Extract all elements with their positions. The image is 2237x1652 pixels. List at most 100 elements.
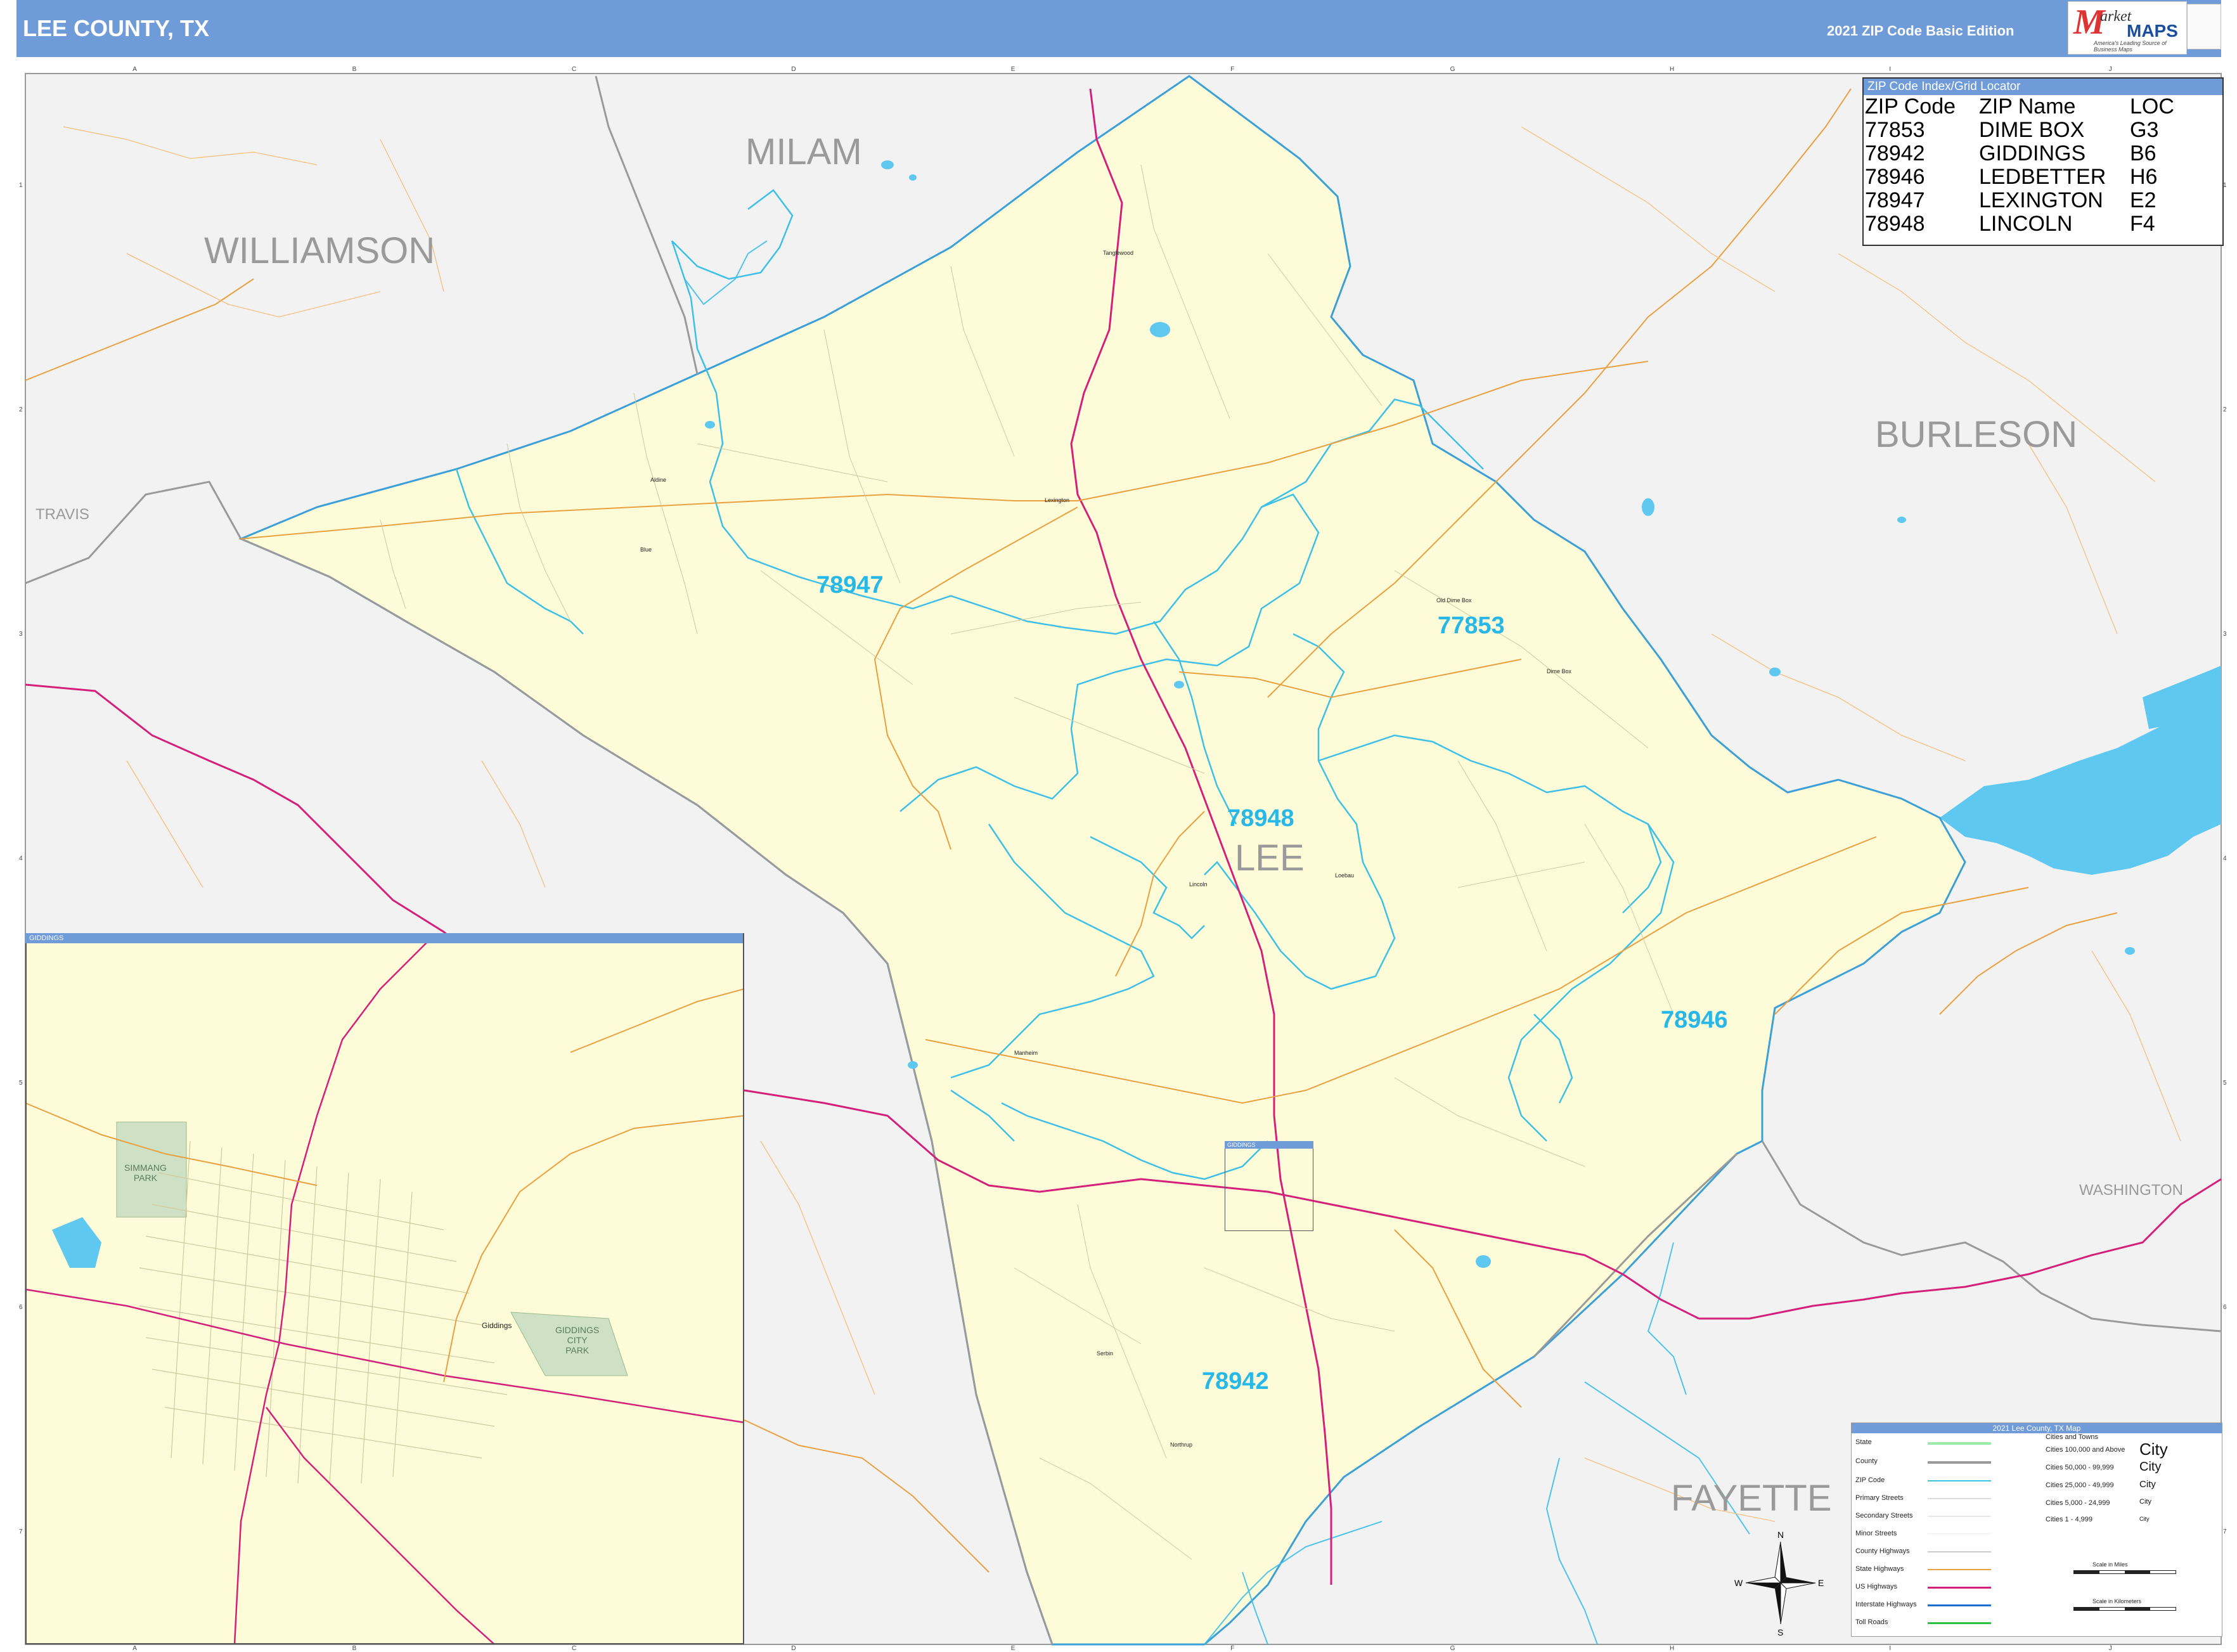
zip-index-name: LEXINGTON — [1979, 188, 2103, 212]
grid-column-label: C — [572, 66, 577, 73]
legend-city-size: Cities 50,000 - 99,999 — [2046, 1464, 2114, 1471]
giddings-inset-frame — [25, 933, 744, 1644]
city-blue: Blue — [640, 546, 652, 553]
city-loebau: Loebau — [1335, 872, 1355, 879]
legend-item: Toll Roads — [1855, 1618, 1888, 1626]
legend-item: Secondary Streets — [1855, 1512, 1913, 1520]
legend-city-sample-l: City — [2139, 1460, 2162, 1474]
zip-index-loc: G3 — [2130, 118, 2159, 142]
legend-city-size: Cities 100,000 and Above — [2046, 1446, 2125, 1454]
grid-row-label: 7 — [2223, 1528, 2227, 1535]
county-label-lee: LEE — [1235, 837, 1305, 879]
zip-index-title: ZIP Code Index/Grid Locator — [1864, 79, 2222, 95]
grid-column-label: E — [1010, 1645, 1015, 1652]
legend-scale-miles: Scale in Miles — [2092, 1561, 2128, 1568]
grid-row-label: 4 — [19, 855, 23, 862]
zip-index-header-zip: ZIP Code — [1865, 94, 1956, 119]
grid-column-label: H — [1670, 66, 1675, 73]
legend-swatch-primary — [1928, 1498, 1991, 1499]
giddings-locator-box[interactable] — [1225, 1141, 1313, 1231]
grid-column-label: H — [1670, 1645, 1675, 1652]
park1-line2: PARK — [133, 1173, 157, 1183]
inset-title: GIDDINGS — [25, 933, 743, 943]
zip-index-zip: 78946 — [1865, 165, 1925, 189]
grid-row-label: 6 — [19, 1304, 23, 1311]
legend-swatch-toll — [1928, 1622, 1991, 1624]
grid-column-label: E — [1010, 66, 1015, 73]
zip-index-loc: E2 — [2130, 188, 2156, 212]
legend-swatch-state-hwy — [1928, 1569, 1991, 1570]
compass-rose-icon: N S E W — [1734, 1530, 1824, 1637]
grid-row-label: 1 — [19, 182, 23, 189]
city-old-dime-box: Old Dime Box — [1436, 597, 1472, 603]
grid-row-label: 5 — [19, 1080, 23, 1087]
legend-swatch-us-hwy — [1928, 1587, 1991, 1589]
grid-column-label: I — [1889, 1645, 1892, 1652]
map-legend: 2021 Lee County, TX Map State County ZIP… — [1851, 1423, 2222, 1637]
legend-city-size: Cities 25,000 - 49,999 — [2046, 1481, 2114, 1489]
legend-item: Interstate Highways — [1855, 1601, 1917, 1608]
grid-row-label: 6 — [2223, 1304, 2227, 1311]
grid-column-label: D — [791, 1645, 796, 1652]
compass-s: S — [1777, 1627, 1783, 1637]
city-lincoln: Lincoln — [1189, 881, 1208, 887]
zip-index-zip: 78942 — [1865, 141, 1925, 165]
scale-bar-miles — [2073, 1570, 2176, 1574]
zip-index-row: 77853 DIME BOX G3 — [1865, 119, 2177, 142]
zip-index-table: ZIP Code ZIP Name LOC 77853 DIME BOX G3 … — [1865, 95, 2177, 236]
county-label-washington: WASHINGTON — [2079, 1182, 2184, 1199]
park2-line2: CITY — [567, 1335, 588, 1345]
legend-swatch-county-hwy — [1928, 1551, 1991, 1552]
legend-title: 2021 Lee County, TX Map — [1852, 1423, 2222, 1433]
zip-index-row: 78947 LEXINGTON E2 — [1865, 189, 2177, 212]
zip-index-name: LINCOLN — [1979, 212, 2073, 236]
compass-e: E — [1818, 1578, 1824, 1588]
compass-w: W — [1734, 1578, 1743, 1588]
simmang-park-label: SIMMANG PARK — [124, 1163, 167, 1183]
zip-index-row: 78946 LEDBETTER H6 — [1865, 165, 2177, 189]
legend-swatch-zip — [1928, 1480, 1991, 1481]
county-label-travis: TRAVIS — [35, 506, 89, 523]
legend-item: ZIP Code — [1855, 1476, 1885, 1484]
city-northrup: Northrup — [1170, 1442, 1193, 1448]
legend-swatch-state — [1928, 1442, 1991, 1445]
zip-index-loc: F4 — [2130, 212, 2155, 236]
park2-line1: GIDDINGS — [555, 1325, 600, 1335]
grid-column-label: F — [1230, 1645, 1235, 1652]
giddings-locator-title: GIDDINGS — [1225, 1141, 1313, 1149]
legend-city-sample-s: City — [2139, 1498, 2151, 1506]
legend-cities-title: Cities and Towns — [2046, 1433, 2098, 1441]
legend-city-size: Cities 5,000 - 24,999 — [2046, 1499, 2110, 1507]
grid-row-label: 3 — [2223, 631, 2227, 638]
grid-row-label: 2 — [19, 406, 23, 413]
city-aldine: Aldine — [650, 477, 667, 483]
county-label-fayette: FAYETTE — [1671, 1478, 1832, 1519]
grid-row-label: 2 — [2223, 406, 2227, 413]
grid-column-label: G — [1450, 1645, 1455, 1652]
grid-column-label: J — [2108, 66, 2112, 73]
zip-index-zip: 78947 — [1865, 188, 1925, 212]
zip-index-header-loc: LOC — [2130, 94, 2174, 119]
city-tanglewood: Tanglewood — [1103, 250, 1134, 256]
legend-scale-km: Scale in Kilometers — [2092, 1598, 2142, 1604]
zip-label-78948: 78948 — [1227, 805, 1294, 832]
city-manheim: Manheim — [1014, 1050, 1038, 1056]
legend-item: State Highways — [1855, 1565, 1904, 1573]
legend-swatch-interstate — [1928, 1604, 1991, 1606]
legend-city-sample-xl: City — [2139, 1440, 2168, 1459]
zip-code-index: ZIP Code Index/Grid Locator ZIP Code ZIP… — [1862, 77, 2224, 246]
legend-swatch-county — [1928, 1461, 1991, 1464]
grid-column-label: F — [1230, 66, 1235, 73]
city-dime-box: Dime Box — [1547, 668, 1572, 674]
legend-city-sample-m: City — [2139, 1479, 2156, 1490]
legend-swatch-secondary — [1928, 1516, 1991, 1517]
zip-index-name: DIME BOX — [1979, 118, 2085, 142]
grid-column-label: G — [1450, 66, 1455, 73]
legend-item: Minor Streets — [1855, 1530, 1897, 1537]
county-label-williamson: WILLIAMSON — [204, 230, 435, 271]
zip-index-loc: B6 — [2130, 141, 2156, 165]
zip-index-name: GIDDINGS — [1979, 141, 2086, 165]
grid-column-label: A — [132, 66, 137, 73]
zip-label-78946: 78946 — [1661, 1007, 1728, 1033]
county-label-burleson: BURLESON — [1875, 414, 2078, 455]
